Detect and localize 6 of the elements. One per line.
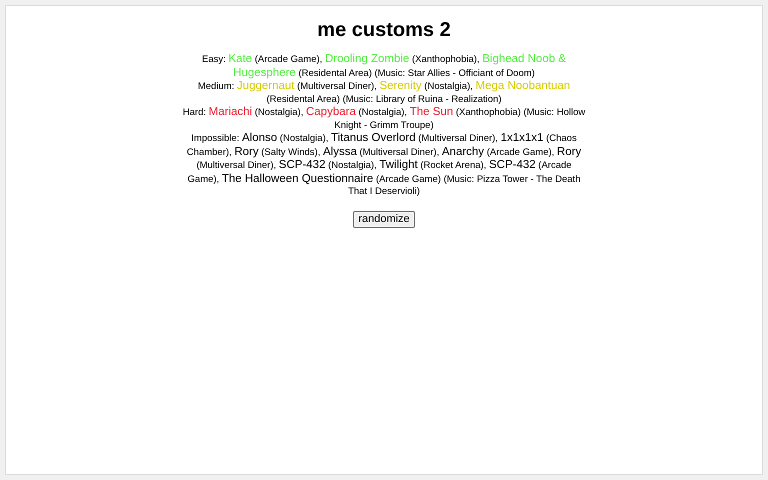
tier-line: Easy: Kate (Arcade Game), Drooling Zombie (Xanthophobia), Bighead Noob & Hugesphere (Residental Area) (Music: Star Allies - Officiant of Doom)	[201, 53, 567, 80]
page-title: me customs 2	[317, 18, 451, 43]
tier-line: Impossible: Alonso (Nostalgia), Titanus Overlord (Multiversal Diner), 1x1x1x1 (Chaos Chamber), Rory (Salty Winds), Alyssa (Multiversal Diner), Anarchy (Arcade Game), Rory (Multiversal Diner), SCP-432 (Nostalgia), Twilight (Rocket Arena), SCP-432 (Arcade Game), The Halloween Questionnaire (Arcade Game) (Music: Pizza Tower - The Death That I Deservioli)	[186, 132, 582, 198]
tier-line: Medium: Juggernaut (Multiversal Diner), Serenity (Nostalgia), Mega Noobantuan (Residental Area) (Music: Library of Ruina - Realization)	[196, 80, 572, 106]
randomize-button[interactable]: randomize	[353, 210, 415, 228]
tier-line: Hard: Mariachi (Nostalgia), Capybara (Nostalgia), The Sun (Xanthophobia) (Music: Hollow Knight - Grimm Troupe)	[182, 106, 586, 132]
